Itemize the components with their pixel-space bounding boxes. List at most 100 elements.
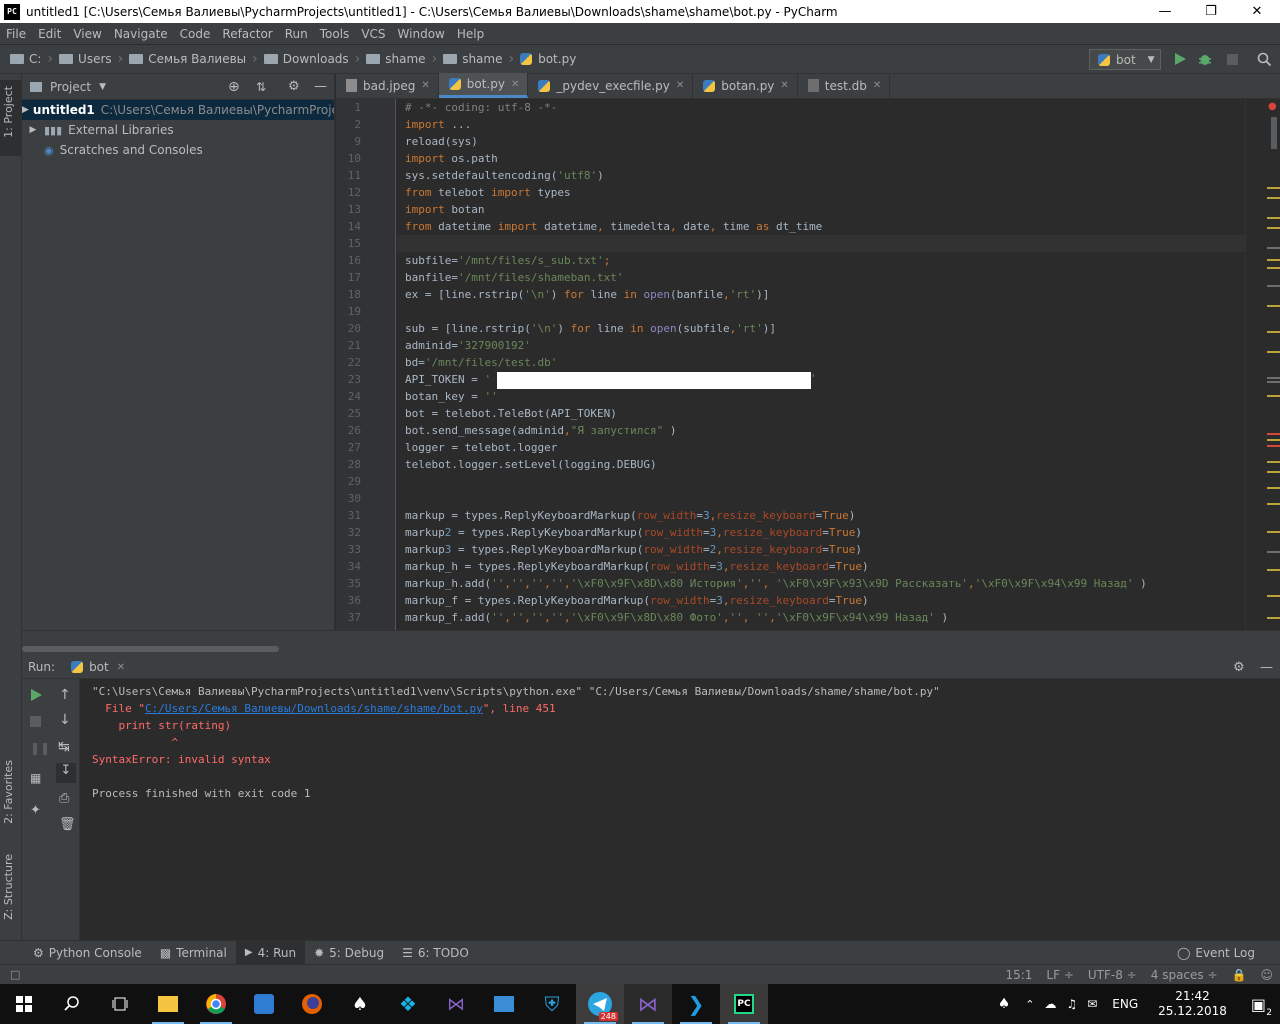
print-icon[interactable]: ⎙ [59,791,69,806]
language-indicator[interactable]: ENG [1102,997,1148,1011]
locate-icon[interactable]: ⊕ [228,79,240,95]
arrow-down-icon[interactable]: ↓ [59,712,71,728]
volume-icon[interactable]: ♫ [1061,997,1082,1011]
tab-debug[interactable]: ✹ 5: Debug [305,941,393,965]
tab-bot-py[interactable]: bot.py ✕ [438,73,529,98]
pin-icon[interactable]: ✦ [30,803,41,818]
tab-test-db[interactable]: test.db ✕ [798,73,891,98]
action-center-button[interactable]: ▣ 2 [1237,995,1280,1018]
error-indicator-icon[interactable]: ● [1268,101,1277,112]
breadcrumb-drive[interactable]: C: [6,52,45,66]
tab-bad-jpeg[interactable]: bad.jpeg ✕ [336,73,439,98]
menu-edit[interactable]: Edit [32,27,67,41]
run-console[interactable]: "C:\Users\Семья Валиевы\PycharmProjects\… [80,679,1280,940]
taskbar-vscode[interactable]: ❯ [672,984,720,1024]
project-view-selector[interactable]: Project [50,80,91,94]
people-icon[interactable]: ♠ [988,996,1021,1012]
minimize-button[interactable]: — [1142,0,1188,23]
arrow-up-icon[interactable]: ↑ [59,687,71,703]
favorites-tool-tab[interactable]: 2: Favorites [2,760,15,824]
breadcrumb-user[interactable]: Семья Валиевы [125,52,250,66]
project-hscrollbar-thumb[interactable] [22,646,279,652]
breadcrumb-shame-inner[interactable]: shame [439,52,506,66]
close-icon[interactable]: ✕ [421,80,429,91]
menu-refactor[interactable]: Refactor [216,27,278,41]
lock-icon[interactable]: 🔒 [1225,968,1254,982]
hide-icon[interactable]: — [1260,660,1273,675]
breadcrumb-shame[interactable]: shame [362,52,429,66]
scroll-to-end-icon[interactable]: ↧ [56,763,76,783]
taskbar-pycharm[interactable]: PC [720,984,768,1024]
menu-navigate[interactable]: Navigate [108,27,174,41]
taskbar-app-blue[interactable] [240,984,288,1024]
tree-item-untitled1[interactable]: ▶ untitled1 C:\Users\Семья Валиевы\Pycha… [22,100,334,120]
file-encoding[interactable]: UTF-8 ÷ [1081,968,1144,982]
gear-icon[interactable]: ⚙ [288,79,300,94]
menu-window[interactable]: Window [392,27,451,41]
close-icon[interactable]: ✕ [511,79,519,90]
close-icon[interactable]: ✕ [873,80,881,91]
expand-icon[interactable]: ▶ [22,105,29,115]
menu-code[interactable]: Code [174,27,217,41]
search-everywhere-button[interactable] [1256,51,1272,67]
run-config-select[interactable]: bot ▼ [1089,49,1161,70]
structure-tool-tab[interactable]: Z: Structure [2,854,15,920]
tab-python-console[interactable]: ⚙ Python Console [24,941,151,965]
taskbar-kodi[interactable]: ❖ [384,984,432,1024]
menu-vcs[interactable]: VCS [355,27,391,41]
taskbar-explorer[interactable] [144,984,192,1024]
gear-icon[interactable]: ⚙ [1233,660,1245,675]
stop-run-button[interactable] [30,716,41,730]
tab-terminal[interactable]: ▩ Terminal [151,941,236,965]
code-editor[interactable]: # -*- coding: utf-8 -*- import ... reload(… [397,99,1245,630]
line-separator[interactable]: LF ÷ [1039,968,1080,982]
collapse-all-icon[interactable]: ⇅ [256,80,266,94]
expand-icon[interactable]: ▶ [22,125,44,135]
tool-window-toggle-icon[interactable]: □ [10,968,20,981]
task-view-button[interactable] [96,984,144,1024]
menu-view[interactable]: View [67,27,107,41]
rerun-button[interactable] [30,689,42,704]
tree-item-scratches[interactable]: ◉ Scratches and Consoles [22,140,334,160]
chevron-down-icon[interactable]: ▼ [99,82,106,92]
clock[interactable]: 21:42 25.12.2018 [1148,989,1237,1019]
hide-icon[interactable]: — [314,79,327,94]
menu-help[interactable]: Help [451,27,490,41]
tab-run[interactable]: ▶ 4: Run [235,940,306,965]
tree-item-external-libraries[interactable]: ▶ ▮▮▮ External Libraries [22,120,334,140]
taskbar-app-window[interactable] [480,984,528,1024]
stop-button[interactable] [1224,51,1240,67]
breadcrumb-users[interactable]: Users [55,52,116,66]
caret-position[interactable]: 15:1 [998,968,1039,982]
tab-todo[interactable]: ☰ 6: TODO [393,941,478,965]
debug-button[interactable] [1197,51,1213,67]
taskbar-telegram[interactable]: 248 [576,984,624,1024]
event-log-button[interactable]: ◯ Event Log [1168,941,1264,965]
taskbar-visual-studio[interactable]: ⋈ [432,984,480,1024]
chevron-up-icon[interactable]: ⌃ [1020,998,1039,1011]
close-icon[interactable]: ✕ [780,80,788,91]
close-button[interactable]: ✕ [1234,0,1280,23]
taskbar-chrome[interactable] [192,984,240,1024]
trash-icon[interactable]: 🗑 [59,817,76,832]
layout-icon[interactable]: ▦ [30,771,41,785]
network-icon[interactable]: ☁ [1039,997,1061,1011]
run-tab-bot[interactable]: bot ✕ [71,660,125,674]
start-button[interactable] [0,984,48,1024]
pause-icon[interactable]: ❚❚ [30,741,50,755]
tab-pydev-execfile[interactable]: _pydev_execfile.py ✕ [528,73,694,98]
indent-setting[interactable]: 4 spaces ÷ [1144,968,1225,982]
menu-tools[interactable]: Tools [314,27,356,41]
breadcrumb-file[interactable]: bot.py [516,52,580,66]
editor-scrollbar[interactable]: ● [1245,99,1280,630]
maximize-button[interactable]: ❐ [1188,0,1234,23]
scrollbar-thumb[interactable] [1271,117,1277,149]
taskbar-search-button[interactable] [48,984,96,1024]
taskbar-solitaire[interactable]: ♠ [336,984,384,1024]
inspector-icon[interactable]: ☺ [1253,968,1280,982]
breadcrumb-downloads[interactable]: Downloads [260,52,353,66]
menu-run[interactable]: Run [279,27,314,41]
close-icon[interactable]: ✕ [117,662,125,673]
close-icon[interactable]: ✕ [676,80,684,91]
taskbar-visual-studio-2[interactable]: ⋈ [624,984,672,1024]
